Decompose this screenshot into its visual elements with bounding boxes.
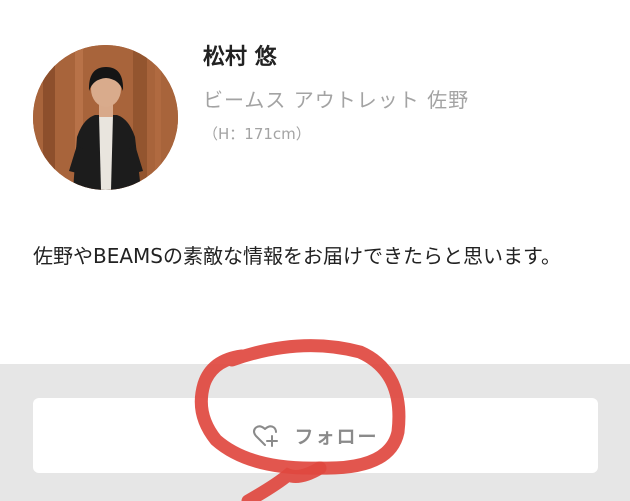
staff-height: （H：171cm）	[203, 125, 311, 143]
staff-shop-name: ビームス アウトレット 佐野	[203, 88, 470, 112]
staff-name: 松村 悠	[203, 45, 277, 70]
follow-label: フォロー	[294, 426, 379, 448]
staff-photo	[33, 45, 178, 190]
staff-profile-card: 松村 悠 ビームス アウトレット 佐野 （H：171cm） 佐野やBEAMSの素…	[0, 0, 630, 364]
follow-section: フォロー	[0, 364, 630, 501]
follow-button[interactable]: フォロー	[33, 398, 598, 473]
heart-plus-icon	[252, 424, 279, 448]
avatar[interactable]	[33, 45, 178, 190]
profile-bio: 佐野やBEAMSの素敵な情報をお届けできたらと思います。	[33, 244, 561, 268]
